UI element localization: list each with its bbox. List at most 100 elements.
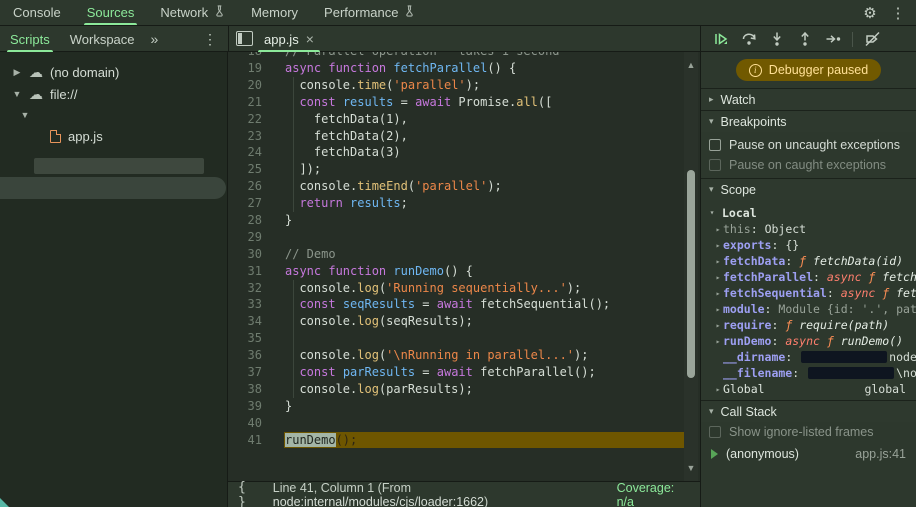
scope-row-require[interactable]: ▸require: ƒ require(path): [701, 317, 916, 333]
line-number[interactable]: 22: [228, 111, 284, 128]
line-number[interactable]: 20: [228, 77, 284, 94]
code-line[interactable]: 23 fetchData(2),: [228, 128, 686, 145]
line-number[interactable]: 21: [228, 94, 284, 111]
scroll-down-icon[interactable]: ▼: [684, 463, 698, 473]
panel-tab-network[interactable]: Network: [147, 0, 238, 25]
chevron-right-icon[interactable]: ▸: [713, 385, 723, 394]
scope-local-header[interactable]: ▾ Local: [701, 204, 916, 221]
code-line[interactable]: 20 console.time('parallel');: [228, 77, 686, 94]
code-line[interactable]: 21 const results = await Promise.all([: [228, 94, 686, 111]
code-line[interactable]: 29: [228, 229, 686, 246]
chevron-down-icon[interactable]: ▾: [709, 406, 714, 417]
scope-row-Global[interactable]: ▸Globalglobal: [701, 381, 916, 397]
code-line[interactable]: 35: [228, 330, 686, 347]
settings-gear-icon[interactable]: ⚙: [858, 2, 882, 24]
line-number[interactable]: 27: [228, 195, 284, 212]
source-map-link[interactable]: node:internal/modules/cjs/loader:1662: [273, 495, 484, 507]
line-number[interactable]: 26: [228, 178, 284, 195]
code-line[interactable]: 26 console.timeEnd('parallel');: [228, 178, 686, 195]
navigator-kebab-icon[interactable]: ⋮: [198, 26, 222, 52]
toggle-navigator-icon[interactable]: [236, 31, 253, 46]
line-number[interactable]: 34: [228, 313, 284, 330]
panel-tab-sources[interactable]: Sources: [74, 0, 148, 25]
chevron-right-icon[interactable]: ▸: [713, 321, 723, 330]
section-call-stack[interactable]: ▾ Call Stack: [701, 400, 916, 422]
line-number[interactable]: 35: [228, 330, 284, 347]
chevron-down-icon[interactable]: ▾: [709, 184, 714, 195]
line-number[interactable]: 28: [228, 212, 284, 229]
chevron-right-icon[interactable]: ▸: [709, 94, 714, 105]
scope-row-fetchSequential[interactable]: ▸fetchSequential: async ƒ fetchSequentia…: [701, 285, 916, 301]
line-number[interactable]: 32: [228, 280, 284, 297]
code-line[interactable]: 37 const parResults = await fetchParalle…: [228, 364, 686, 381]
tree-item-file-scheme[interactable]: ▼ ☁ file://: [12, 84, 77, 104]
chevron-right-icon[interactable]: ▸: [713, 337, 723, 346]
step-over-button[interactable]: [738, 29, 760, 49]
scope-row-fetchParallel[interactable]: ▸fetchParallel: async ƒ fetchParallel(): [701, 269, 916, 285]
code-line[interactable]: 25 ]);: [228, 161, 686, 178]
editor-tab-appjs[interactable]: app.js ×: [256, 26, 322, 52]
code-line[interactable]: 38 console.log(parResults);: [228, 381, 686, 398]
line-number[interactable]: 30: [228, 246, 284, 263]
code-line[interactable]: 32 console.log('Running sequentially...'…: [228, 280, 686, 297]
scope-row-__dirname[interactable]: __dirname: nodejs: [701, 349, 916, 365]
scope-row-this[interactable]: ▸this: Object: [701, 221, 916, 237]
chevron-down-icon[interactable]: ▼: [20, 110, 30, 120]
code-line[interactable]: 30// Demo: [228, 246, 686, 263]
chevron-down-icon[interactable]: ▼: [12, 89, 22, 99]
code-line[interactable]: 27 return results;: [228, 195, 686, 212]
chevron-down-icon[interactable]: ▾: [707, 208, 717, 217]
code-line[interactable]: 31async function runDemo() {: [228, 263, 686, 280]
close-tab-icon[interactable]: ×: [306, 31, 314, 47]
line-number[interactable]: 37: [228, 364, 284, 381]
chevron-right-icon[interactable]: ▸: [713, 273, 723, 282]
line-number[interactable]: 33: [228, 296, 284, 313]
step-button[interactable]: [822, 29, 844, 49]
step-out-button[interactable]: [794, 29, 816, 49]
line-number[interactable]: 38: [228, 381, 284, 398]
line-number[interactable]: 19: [228, 60, 284, 77]
code-line[interactable]: 33 const seqResults = await fetchSequent…: [228, 296, 686, 313]
deactivate-breakpoints-button[interactable]: [861, 29, 883, 49]
panel-tab-performance[interactable]: Performance: [311, 0, 428, 25]
main-menu-kebab-icon[interactable]: ⋮: [886, 2, 910, 24]
chevron-right-icon[interactable]: ▸: [713, 241, 723, 250]
scope-row-module[interactable]: ▸module: Module {id: '.', path: [701, 301, 916, 317]
pretty-print-icon[interactable]: { }: [238, 480, 263, 507]
panel-tab-console[interactable]: Console: [0, 0, 74, 25]
resume-script-button[interactable]: [710, 29, 732, 49]
scrollbar-thumb[interactable]: [687, 170, 695, 378]
scope-row-exports[interactable]: ▸exports: {}: [701, 237, 916, 253]
line-number[interactable]: 29: [228, 229, 284, 246]
step-into-button[interactable]: [766, 29, 788, 49]
more-tabs-chevron-icon[interactable]: »: [145, 31, 165, 47]
call-stack-frame[interactable]: (anonymous) app.js:41: [701, 445, 916, 463]
line-number[interactable]: 40: [228, 415, 284, 432]
pause-uncaught-checkbox[interactable]: [709, 139, 721, 151]
code-editor[interactable]: 18 // Parallel operation - takes 1 secon…: [228, 52, 700, 481]
code-line[interactable]: 34 console.log(seqResults);: [228, 313, 686, 330]
tab-scripts[interactable]: Scripts: [0, 26, 60, 52]
code-line[interactable]: 40: [228, 415, 686, 432]
chevron-right-icon[interactable]: ▸: [713, 305, 723, 314]
chevron-right-icon[interactable]: ▸: [713, 257, 723, 266]
code-line[interactable]: 28}: [228, 212, 686, 229]
scope-row-__filename[interactable]: __filename: \nodejs: [701, 365, 916, 381]
chevron-down-icon[interactable]: ▾: [709, 116, 714, 127]
tree-item-folder[interactable]: ▼: [20, 105, 30, 125]
scroll-up-icon[interactable]: ▲: [684, 60, 698, 70]
line-number[interactable]: 31: [228, 263, 284, 280]
editor-scrollbar[interactable]: ▲ ▼: [684, 52, 698, 481]
line-number[interactable]: 23: [228, 128, 284, 145]
tab-workspace[interactable]: Workspace: [60, 26, 145, 52]
scope-row-fetchData[interactable]: ▸fetchData: ƒ fetchData(id): [701, 253, 916, 269]
chevron-right-icon[interactable]: ▶: [12, 67, 22, 78]
section-watch[interactable]: ▸ Watch: [701, 88, 916, 110]
tree-item-no-domain[interactable]: ▶ ☁ (no domain): [12, 62, 119, 82]
code-line[interactable]: 22 fetchData(1),: [228, 111, 686, 128]
panel-tab-memory[interactable]: Memory: [238, 0, 311, 25]
tree-item-appjs[interactable]: app.js: [50, 126, 103, 146]
code-line[interactable]: 19async function fetchParallel() {: [228, 60, 686, 77]
chevron-right-icon[interactable]: ▸: [713, 225, 723, 234]
section-breakpoints[interactable]: ▾ Breakpoints: [701, 110, 916, 132]
